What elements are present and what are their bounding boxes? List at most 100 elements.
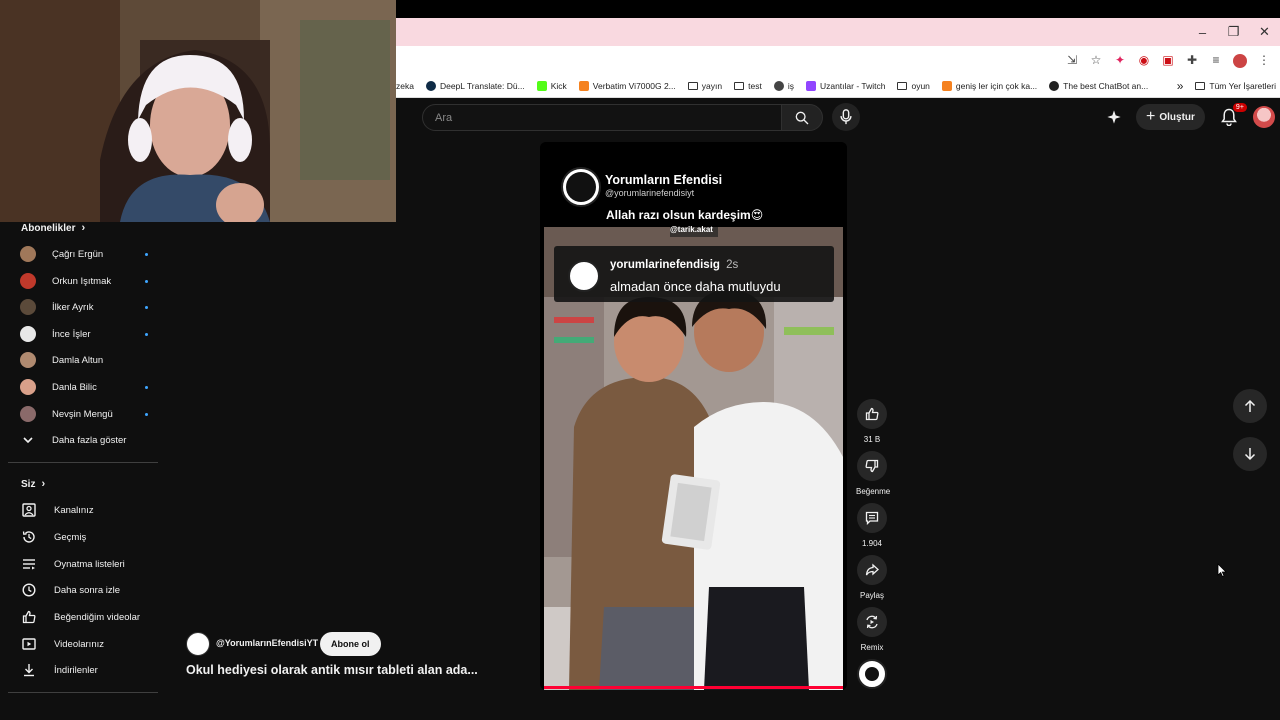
voice-search-button[interactable]: [832, 103, 860, 131]
sidebar-item-subscription[interactable]: İlker Ayrık: [20, 297, 152, 317]
user-avatar[interactable]: [1252, 106, 1275, 128]
sidebar-item-subscription[interactable]: Damla Altun: [20, 350, 152, 370]
search-button[interactable]: [781, 104, 823, 131]
profile-avatar-icon[interactable]: [1230, 50, 1250, 70]
subscribe-button[interactable]: Abone ol: [320, 632, 381, 656]
bookmark-star-icon[interactable]: ☆: [1086, 50, 1106, 70]
avatar: [20, 406, 36, 422]
dislike-button[interactable]: Beğenme: [856, 451, 891, 496]
all-bookmarks[interactable]: Tüm Yer İşaretleri: [1195, 81, 1276, 91]
dislike-label: Beğenme: [856, 487, 891, 496]
sidebar-item-liked-videos[interactable]: Beğendiğim videolar: [22, 607, 140, 627]
sidebar-item-history[interactable]: Geçmiş: [22, 527, 86, 547]
header-actions: + Oluştur 9+: [1104, 103, 1275, 130]
bookmark-item[interactable]: Uzantılar - Twitch: [805, 80, 885, 91]
sidebar-item-subscription[interactable]: İnce İşler: [20, 324, 152, 344]
mouse-cursor-icon: [1217, 563, 1227, 583]
info-channel-name[interactable]: @YorumlarınEfendisiYT: [216, 638, 318, 648]
sidebar-divider: [8, 462, 158, 463]
like-button[interactable]: 31 B: [856, 399, 888, 444]
bookmark-item[interactable]: geniş ler için çok ka...: [941, 80, 1037, 91]
bookmark-folder[interactable]: test: [734, 81, 762, 91]
create-button[interactable]: + Oluştur: [1136, 104, 1205, 130]
search-input[interactable]: Ara: [422, 104, 782, 131]
sidebar-item-watch-later[interactable]: Daha sonra izle: [22, 580, 120, 600]
remix-button[interactable]: Remix: [856, 607, 888, 652]
avatar: [20, 246, 36, 262]
media-controls-icon[interactable]: ≡: [1206, 50, 1226, 70]
bookmark-item[interactable]: iş: [773, 80, 794, 91]
sidebar-item-subscription[interactable]: Çağrı Ergün: [20, 244, 152, 264]
comment-text: almadan önce daha mutluydu: [610, 279, 781, 294]
bookmark-folder[interactable]: yayın: [687, 81, 722, 91]
share-button[interactable]: Paylaş: [856, 555, 888, 600]
sidebar-item-downloads[interactable]: İndirilenler: [22, 660, 98, 680]
sidebar-item-your-channel[interactable]: Kanalınız: [22, 500, 94, 520]
sidebar-item-playlists[interactable]: Oynatma listeleri: [22, 554, 125, 574]
new-content-dot: [145, 412, 148, 416]
channel-avatar-button[interactable]: [856, 659, 888, 689]
search-icon: [795, 111, 809, 124]
history-icon: [22, 531, 35, 543]
comments-button[interactable]: 1.904: [856, 503, 888, 548]
new-content-dot: [145, 332, 148, 336]
show-more-button[interactable]: Daha fazla göster: [22, 430, 126, 450]
close-window-button[interactable]: ✕: [1249, 24, 1280, 40]
share-icon: [865, 563, 879, 576]
bookmark-item[interactable]: Kick: [536, 80, 567, 91]
next-short-button[interactable]: [1233, 437, 1267, 471]
sidebar-item-your-videos[interactable]: Videolarınız: [22, 634, 104, 654]
subscriptions-title[interactable]: Abonelikler ›: [21, 222, 85, 234]
extensions-puzzle-icon[interactable]: ✚: [1182, 50, 1202, 70]
comment-icon: [865, 511, 879, 525]
chevron-right-icon: ›: [41, 478, 46, 490]
bookmark-folder[interactable]: oyun: [897, 81, 930, 91]
extension-red-icon[interactable]: ✦: [1110, 50, 1130, 70]
chatbot-icon: [1049, 80, 1060, 91]
new-content-dot: [145, 385, 148, 389]
bookmarks-overflow-button[interactable]: »: [1177, 79, 1184, 93]
remix-label: Remix: [860, 643, 884, 652]
like-count: 31 B: [863, 435, 881, 444]
bookmark-item[interactable]: The best ChatBot an...: [1049, 80, 1148, 91]
video-progress-bar[interactable]: [544, 686, 843, 689]
webcam-overlay: [0, 0, 396, 222]
browser-menu-icon[interactable]: ⋮: [1254, 50, 1274, 70]
notification-count-badge: 9+: [1232, 103, 1247, 112]
restore-button[interactable]: ❐: [1218, 24, 1249, 40]
overlay-channel-handle: @yorumlarinefendisiyt: [605, 188, 695, 198]
info-channel-avatar[interactable]: [186, 632, 210, 656]
extension-pip-icon[interactable]: ▣: [1158, 50, 1178, 70]
minimize-button[interactable]: –: [1187, 25, 1218, 40]
studio-spark-icon[interactable]: [1104, 107, 1124, 127]
bookmarks-bar: zeka DeepL Translate: Dü... Kick Verbati…: [396, 74, 1280, 98]
comment-count: 1.904: [861, 539, 883, 548]
like-icon: [22, 610, 36, 624]
bookmark-item[interactable]: Verbatim Vi7000G 2...: [578, 80, 676, 91]
microphone-icon: [840, 109, 852, 125]
sidebar-item-subscription[interactable]: Danla Bilic: [20, 377, 152, 397]
arrow-down-icon: [1244, 448, 1256, 461]
sidebar-item-subscription[interactable]: Orkun Işıtmak: [20, 271, 152, 291]
video-title[interactable]: Okul hediyesi olarak antik mısır tableti…: [186, 663, 478, 677]
folder-icon: [1195, 82, 1206, 90]
chevron-right-icon: ›: [81, 222, 86, 234]
download-icon: [24, 664, 34, 677]
comment-username: yorumlarinefendisig: [610, 259, 720, 271]
install-app-icon[interactable]: ⇲: [1062, 50, 1082, 70]
new-content-dot: [145, 279, 148, 283]
shorts-video-player[interactable]: Yorumların Efendisi @yorumlarinefendisiy…: [540, 142, 847, 690]
video-icon: [22, 638, 36, 650]
bookmark-item[interactable]: zeka: [396, 81, 414, 91]
arrow-up-icon: [1244, 399, 1256, 412]
bookmark-item[interactable]: DeepL Translate: Dü...: [425, 80, 525, 91]
notifications-button[interactable]: 9+: [1217, 103, 1247, 129]
extension-opera-icon[interactable]: ◉: [1134, 50, 1154, 70]
avatar: [20, 299, 36, 315]
folder-icon: [897, 81, 908, 90]
address-bar[interactable]: [400, 48, 1040, 72]
previous-short-button[interactable]: [1233, 389, 1267, 423]
sidebar-item-subscription[interactable]: Nevşin Mengü: [20, 404, 152, 424]
you-section-title[interactable]: Siz ›: [21, 478, 45, 490]
kick-icon: [536, 80, 547, 91]
